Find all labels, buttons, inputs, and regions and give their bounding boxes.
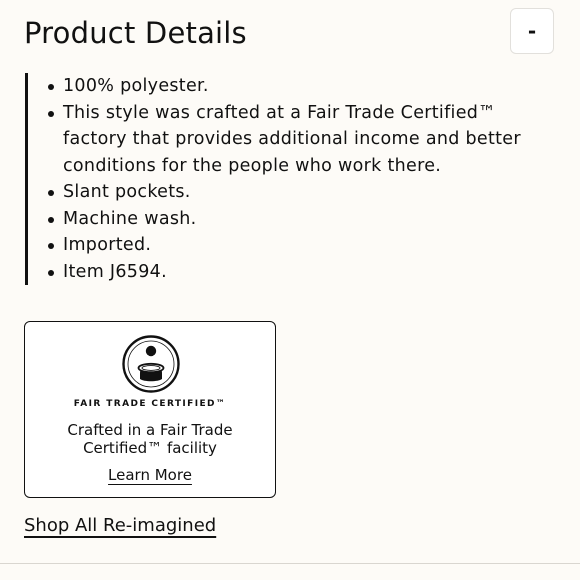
section-title: Product Details	[24, 16, 247, 50]
fair-trade-description-text: Crafted in a Fair Trade Certified™ facil…	[67, 421, 233, 457]
detail-item-number: Item J6594.	[48, 259, 545, 286]
detail-item-fair-trade: This style was crafted at a Fair Trade C…	[48, 100, 545, 180]
collapse-button[interactable]: -	[510, 8, 554, 54]
shop-all-reimagined-link[interactable]: Shop All Re-imagined	[24, 515, 216, 537]
detail-item-care: Machine wash.	[48, 206, 545, 233]
detail-item-pockets: Slant pockets.	[48, 179, 545, 206]
product-details-list: 100% polyester. This style was crafted a…	[28, 73, 545, 285]
learn-more-container: Learn More	[25, 466, 275, 484]
fair-trade-card: FAIR TRADE CERTIFIED™ Crafted in a Fair …	[24, 321, 276, 498]
learn-more-link[interactable]: Learn More	[108, 466, 192, 484]
fair-trade-description: Crafted in a Fair Trade Certified™ facil…	[25, 421, 275, 457]
product-details-panel: Product Details - 100% polyester. This s…	[0, 0, 580, 580]
fair-trade-certified-logo-icon	[122, 335, 180, 393]
detail-item-origin: Imported.	[48, 232, 545, 259]
fair-trade-brand-text: FAIR TRADE CERTIFIED™	[73, 399, 227, 409]
detail-item-material: 100% polyester.	[48, 73, 545, 100]
bottom-divider	[0, 563, 580, 564]
product-details-list-container: 100% polyester. This style was crafted a…	[25, 73, 545, 285]
